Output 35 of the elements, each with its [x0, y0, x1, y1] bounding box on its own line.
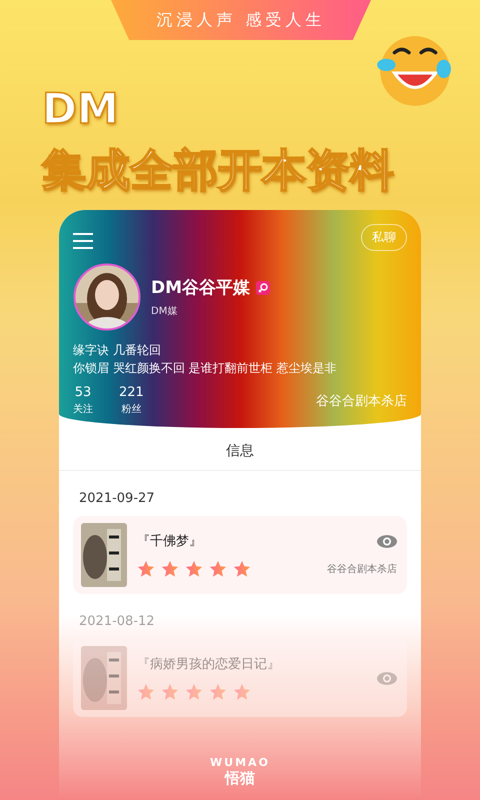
headline: DM: [42, 83, 120, 135]
entry-date: 2021-09-27: [79, 491, 156, 506]
star-icon: [209, 683, 227, 701]
star-icon: [185, 683, 203, 701]
logo-name: 悟猫: [225, 769, 255, 788]
script-title: 『千佛梦』: [137, 533, 203, 550]
star-icon: [161, 683, 179, 701]
star-icon: [209, 560, 227, 578]
store-name: 谷谷合剧本杀店: [316, 393, 407, 410]
female-icon: [256, 280, 270, 294]
stat-label: 关注: [73, 402, 93, 416]
star-icon: [137, 560, 155, 578]
script-card[interactable]: 『千佛梦』 谷谷合剧本杀店: [73, 516, 407, 594]
entry-date: 2021-08-12: [79, 614, 156, 629]
star-icon: [233, 683, 251, 701]
logo-wordmark: WUMAO: [210, 756, 270, 769]
menu-icon[interactable]: [73, 232, 93, 248]
stat-value: 53: [74, 385, 92, 400]
star-icon: [233, 560, 251, 578]
headline: 集成全部开本资料: [42, 144, 394, 198]
eye-icon[interactable]: [377, 534, 397, 548]
star-icon: [185, 560, 203, 578]
star-icon: [161, 560, 179, 578]
slogan-banner: 沉浸人声 感受人生: [111, 0, 371, 40]
chat-button[interactable]: 私聊: [361, 224, 407, 251]
user-name: DM谷谷平媒: [151, 277, 250, 299]
section-title: 信息: [59, 428, 421, 471]
bio-line: 缘字诀 几番轮回: [73, 342, 162, 359]
script-title: 『病娇男孩的恋爱日记』: [137, 656, 281, 673]
store-name: 谷谷合剧本杀店: [327, 562, 397, 576]
star-icon: [137, 683, 155, 701]
stat-value: 221: [119, 385, 144, 400]
stat-label: 粉丝: [121, 402, 142, 416]
bio-line: 你锁眉 哭红颜换不回 是谁打翻前世柜 惹尘埃是非: [73, 360, 338, 377]
user-role: DM媒: [151, 306, 178, 317]
